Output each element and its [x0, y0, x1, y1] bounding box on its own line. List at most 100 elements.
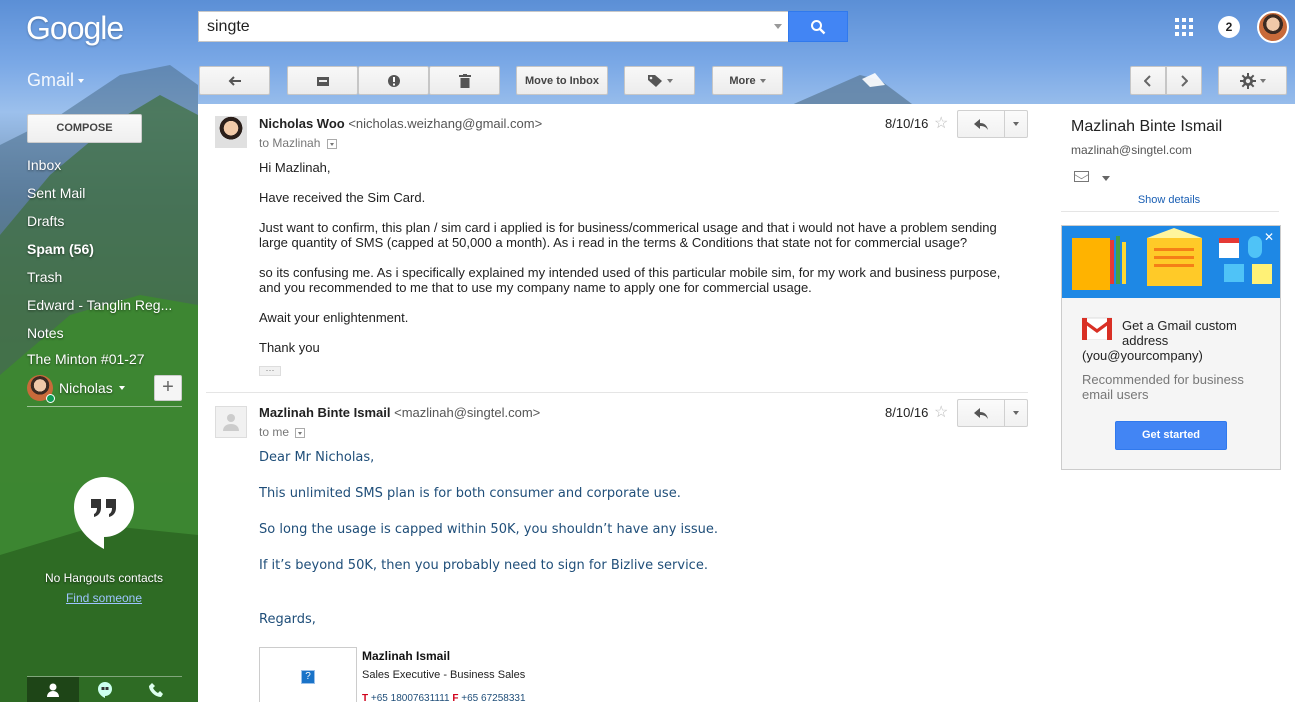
recipient-line: to me	[259, 425, 306, 439]
contact-name: Mazlinah Binte Ismail	[1071, 118, 1223, 135]
recipient-text: to Mazlinah	[259, 136, 321, 150]
reply-more-button[interactable]	[1005, 110, 1028, 138]
search-button[interactable]	[788, 11, 848, 42]
label-tag-icon	[647, 74, 662, 87]
trash-icon	[458, 73, 471, 88]
sidebar-item-the-minton[interactable]: The Minton #01-27	[0, 347, 180, 367]
chevron-down-icon	[666, 78, 673, 83]
sender-line: Mazlinah Binte Ismail <mazlinah@singtel.…	[259, 405, 540, 420]
find-someone-link[interactable]: Find someone	[0, 591, 208, 605]
sender-email: <mazlinah@singtel.com>	[394, 405, 541, 420]
online-status-dot	[46, 394, 55, 403]
hangouts-quote-icon	[74, 477, 134, 549]
compose-button[interactable]: COMPOSE	[27, 114, 142, 143]
report-spam-button[interactable]	[358, 66, 429, 95]
more-button[interactable]: More	[712, 66, 783, 95]
signature-title: Sales Executive - Business Sales	[362, 669, 526, 681]
sidebar-item-notes[interactable]: Notes	[0, 319, 180, 347]
chevron-down-icon	[118, 386, 125, 390]
sender-email: <nicholas.weizhang@gmail.com>	[348, 116, 543, 131]
sidebar-item-trash[interactable]: Trash	[0, 263, 180, 291]
chevron-down-icon	[1013, 411, 1019, 415]
sidebar-item-spam[interactable]: Spam (56)	[0, 235, 180, 263]
body-paragraph: This unlimited SMS plan is for both cons…	[259, 486, 681, 501]
hangouts-icon	[97, 681, 112, 698]
body-paragraph: so its confusing me. As i specifically e…	[259, 265, 1001, 295]
newer-button[interactable]	[1130, 66, 1166, 95]
body-paragraph: Just want to confirm, this plan / sim ca…	[259, 220, 997, 250]
gmail-app-switcher[interactable]: Gmail	[27, 70, 85, 91]
tab-phone[interactable]	[130, 677, 182, 702]
star-icon[interactable]: ☆	[934, 402, 948, 422]
labels-button[interactable]	[624, 66, 695, 95]
body-paragraph: Regards,	[259, 612, 316, 627]
close-icon[interactable]: ✕	[1264, 230, 1274, 244]
avatar[interactable]	[215, 406, 247, 438]
avatar[interactable]	[215, 116, 247, 148]
reply-button[interactable]	[957, 399, 1005, 427]
sidebar-item-sent-mail[interactable]: Sent Mail	[0, 179, 180, 207]
sender-name[interactable]: Mazlinah Binte Ismail	[259, 405, 390, 420]
apps-grid-icon[interactable]	[1175, 18, 1193, 36]
new-hangout-button[interactable]: +	[154, 375, 182, 401]
person-icon	[46, 683, 59, 697]
show-details-caret-icon[interactable]	[326, 138, 337, 149]
body-paragraph: Hi Mazlinah,	[259, 160, 331, 175]
older-button[interactable]	[1166, 66, 1202, 95]
account-avatar[interactable]	[1257, 11, 1289, 43]
chevron-down-icon[interactable]	[1102, 176, 1110, 181]
no-hangouts-contacts-text: No Hangouts contacts	[44, 571, 164, 585]
message-date: 8/10/16	[885, 116, 929, 131]
back-button[interactable]	[199, 66, 270, 95]
promo-title-example: (you@yourcompany)	[1082, 348, 1203, 363]
more-label: More	[729, 74, 756, 87]
reply-controls	[957, 399, 1028, 427]
search-input[interactable]	[199, 17, 759, 36]
sidebar-item-inbox[interactable]: Inbox	[0, 151, 180, 179]
sender-name[interactable]: Nicholas Woo	[259, 116, 345, 131]
delete-button[interactable]	[429, 66, 500, 95]
search-box[interactable]	[198, 11, 788, 42]
fax-number: +65 67258331	[461, 693, 526, 702]
message-1: Nicholas Woo <nicholas.weizhang@gmail.co…	[198, 104, 1038, 394]
promo-subtitle: Recommended for business email users	[1082, 372, 1244, 402]
sidebar-item-edward-tanglin[interactable]: Edward - Tanglin Reg...	[0, 291, 180, 319]
tab-hangouts[interactable]	[79, 677, 131, 702]
reply-more-button[interactable]	[1005, 399, 1028, 427]
message-body: Hi Mazlinah, Have received the Sim Card.…	[259, 160, 1019, 370]
message-date: 8/10/16	[885, 405, 929, 420]
message-divider	[206, 392, 1028, 393]
chevron-down-icon	[78, 79, 85, 84]
get-started-button[interactable]: Get started	[1115, 421, 1227, 450]
search-options-caret-icon[interactable]	[774, 24, 782, 29]
recipient-line: to Mazlinah	[259, 136, 337, 150]
email-envelope-icon[interactable]	[1074, 171, 1089, 182]
reply-controls	[957, 110, 1028, 138]
notifications-badge[interactable]: 2	[1218, 16, 1240, 38]
contact-email: mazlinah@singtel.com	[1071, 143, 1192, 157]
archive-button[interactable]	[287, 66, 358, 95]
settings-button[interactable]	[1218, 66, 1287, 95]
sidebar-item-drafts[interactable]: Drafts	[0, 207, 180, 235]
move-to-inbox-button[interactable]: Move to Inbox	[516, 66, 608, 95]
phone-number[interactable]: +65 18007631111	[371, 693, 450, 702]
star-icon[interactable]: ☆	[934, 113, 948, 133]
hangouts-user-name: Nicholas	[59, 380, 113, 396]
body-paragraph: Dear Mr Nicholas,	[259, 450, 375, 465]
tab-contacts[interactable]	[27, 677, 79, 702]
broken-image-icon: ?	[301, 670, 315, 684]
report-spam-icon	[387, 74, 400, 87]
back-arrow-icon	[228, 75, 241, 86]
show-trimmed-content-button[interactable]: ···	[259, 366, 281, 376]
hangouts-user[interactable]: Nicholas	[27, 375, 125, 403]
show-details-caret-icon[interactable]	[295, 427, 306, 438]
show-details-link[interactable]: Show details	[1058, 194, 1280, 206]
google-logo[interactable]: Google	[26, 10, 124, 47]
signature-name: Mazlinah Ismail	[362, 649, 451, 663]
body-paragraph: Have received the Sim Card.	[259, 190, 426, 205]
reply-button[interactable]	[957, 110, 1005, 138]
sidebar-nav: Inbox Sent Mail Drafts Spam (56) Trash E…	[0, 151, 198, 367]
archive-icon	[316, 76, 329, 86]
phone-icon	[149, 682, 164, 697]
default-person-icon	[223, 414, 239, 431]
